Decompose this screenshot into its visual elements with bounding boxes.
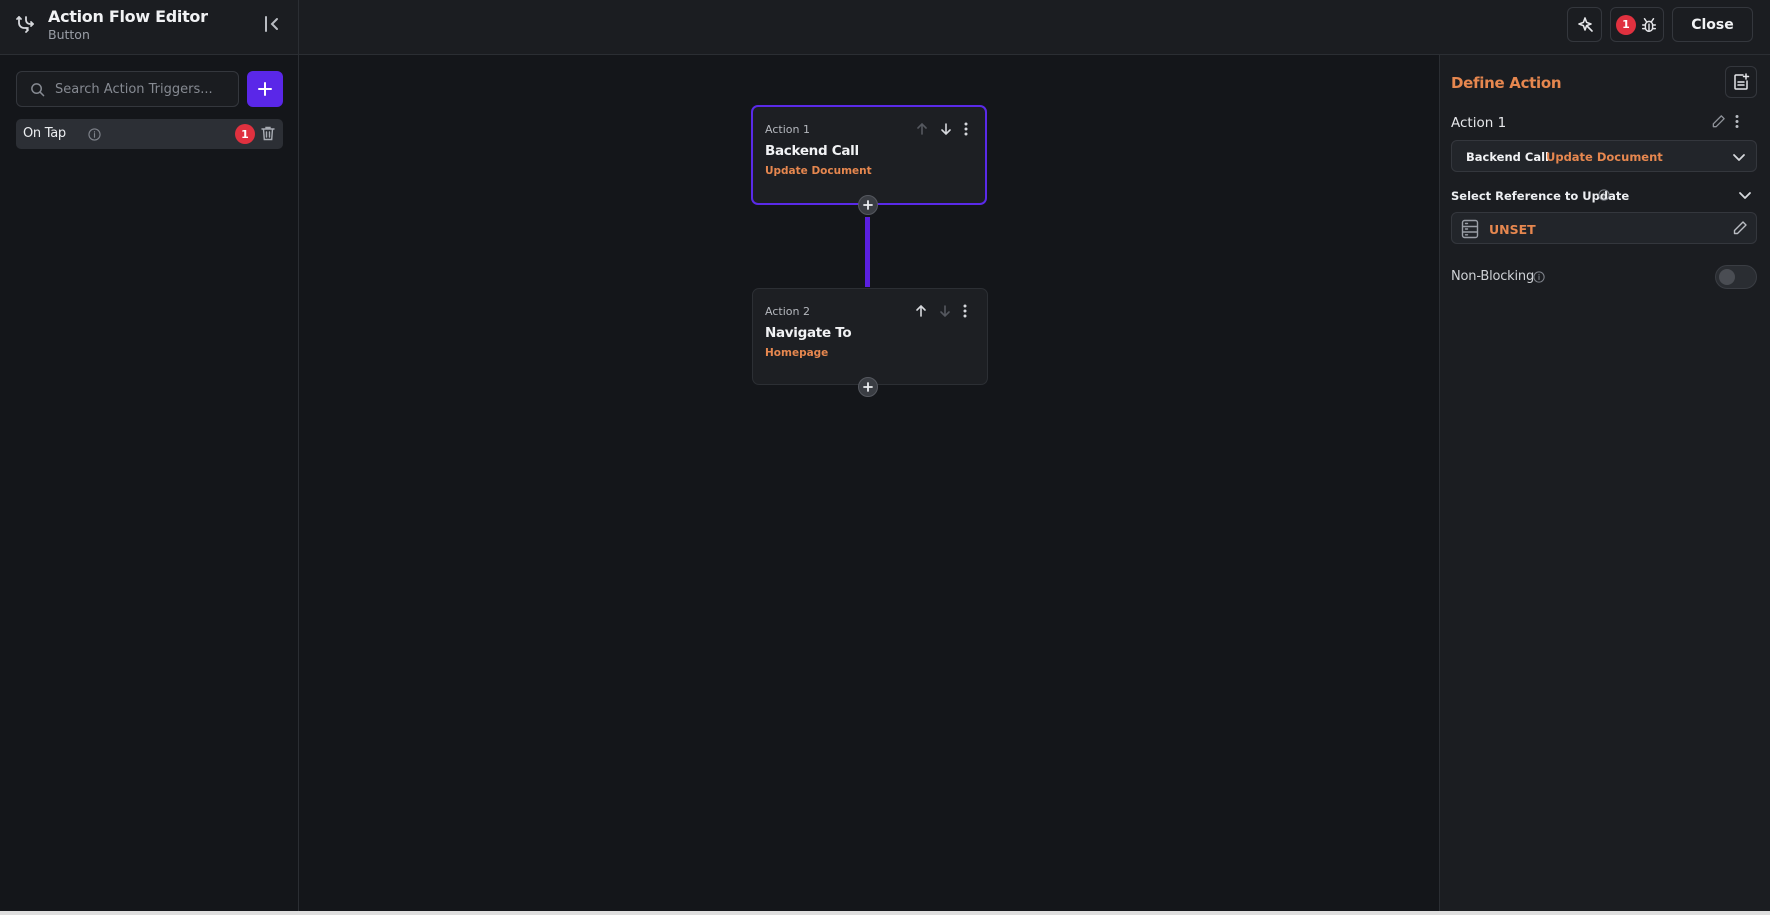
close-button[interactable]: Close <box>1672 7 1753 42</box>
trash-icon[interactable] <box>261 126 275 141</box>
more-vertical-icon <box>964 122 968 136</box>
move-up-button[interactable] <box>912 302 930 320</box>
panel-title: Define Action <box>1451 74 1562 92</box>
trigger-sidebar: On Tap 1 <box>0 55 299 911</box>
debug-button[interactable]: 1 <box>1610 7 1664 42</box>
plus-icon <box>863 382 873 392</box>
arrow-down-icon <box>940 305 950 318</box>
define-action-panel: Define Action Action 1 Backend Call Upda… <box>1439 55 1770 911</box>
non-blocking-toggle[interactable] <box>1715 265 1757 289</box>
bottom-strip <box>0 911 1770 915</box>
chevron-down-icon[interactable] <box>1738 188 1752 202</box>
more-vertical-icon <box>963 304 967 318</box>
chevron-down-icon <box>1733 154 1745 161</box>
action-card-1[interactable]: Action 1 Backend Call Update Document <box>751 105 987 205</box>
info-icon[interactable] <box>1533 271 1545 283</box>
move-up-button[interactable] <box>913 120 931 138</box>
more-vertical-icon[interactable] <box>1735 114 1739 129</box>
top-bar: Action Flow Editor Button 1 Close <box>0 0 1770 55</box>
reference-value: UNSET <box>1489 222 1536 237</box>
action-subtitle: Homepage <box>765 347 829 359</box>
search-icon <box>31 83 45 97</box>
action-type-select[interactable]: Backend Call Update Document <box>1451 140 1757 172</box>
info-icon[interactable] <box>88 128 101 141</box>
action-subtype: Update Document <box>1546 150 1663 164</box>
trigger-label: On Tap <box>23 126 66 141</box>
add-action-after-1-button[interactable] <box>858 195 878 215</box>
sparkle-cursor-icon <box>1577 16 1593 32</box>
error-count-badge: 1 <box>1616 14 1636 35</box>
search-input[interactable] <box>55 72 235 106</box>
action-type: Backend Call <box>1466 150 1549 164</box>
plus-icon <box>258 82 272 96</box>
add-trigger-button[interactable] <box>247 71 283 107</box>
action-label: Action 2 <box>765 305 810 318</box>
more-options-button[interactable] <box>957 120 975 138</box>
move-down-button[interactable] <box>936 302 954 320</box>
toggle-knob <box>1719 269 1735 285</box>
database-icon <box>1461 219 1479 239</box>
reference-value-field[interactable]: UNSET <box>1451 212 1757 244</box>
arrow-up-icon <box>917 122 927 135</box>
collapse-sidebar-icon[interactable] <box>262 14 282 34</box>
header-left: Action Flow Editor Button <box>0 0 299 55</box>
flow-connector <box>865 217 870 287</box>
action-name: Action 1 <box>1451 115 1507 131</box>
app-subtitle: Button <box>48 27 90 42</box>
action-title: Backend Call <box>765 143 859 159</box>
app-title: Action Flow Editor <box>48 7 208 26</box>
action-label: Action 1 <box>765 123 810 136</box>
more-options-button[interactable] <box>956 302 974 320</box>
trigger-item-on-tap[interactable]: On Tap 1 <box>16 119 283 149</box>
action-docs-button[interactable] <box>1725 66 1757 98</box>
action-subtitle: Update Document <box>765 165 872 177</box>
non-blocking-label: Non-Blocking <box>1451 269 1535 284</box>
action-title: Navigate To <box>765 325 852 341</box>
bug-icon <box>1641 17 1657 32</box>
add-action-after-2-button[interactable] <box>858 377 878 397</box>
info-icon[interactable] <box>1598 189 1610 201</box>
edit-icon[interactable] <box>1732 220 1748 236</box>
action-flow-icon <box>16 16 34 33</box>
search-box[interactable] <box>16 71 239 107</box>
edit-icon[interactable] <box>1711 114 1726 129</box>
arrow-up-icon <box>916 304 926 317</box>
ai-assist-button[interactable] <box>1567 7 1602 42</box>
plus-icon <box>863 200 873 210</box>
add-note-icon <box>1734 73 1750 90</box>
move-down-button[interactable] <box>937 120 955 138</box>
trigger-error-badge: 1 <box>235 124 255 144</box>
arrow-down-icon <box>941 123 951 136</box>
action-card-2[interactable]: Action 2 Navigate To Homepage <box>752 288 988 385</box>
